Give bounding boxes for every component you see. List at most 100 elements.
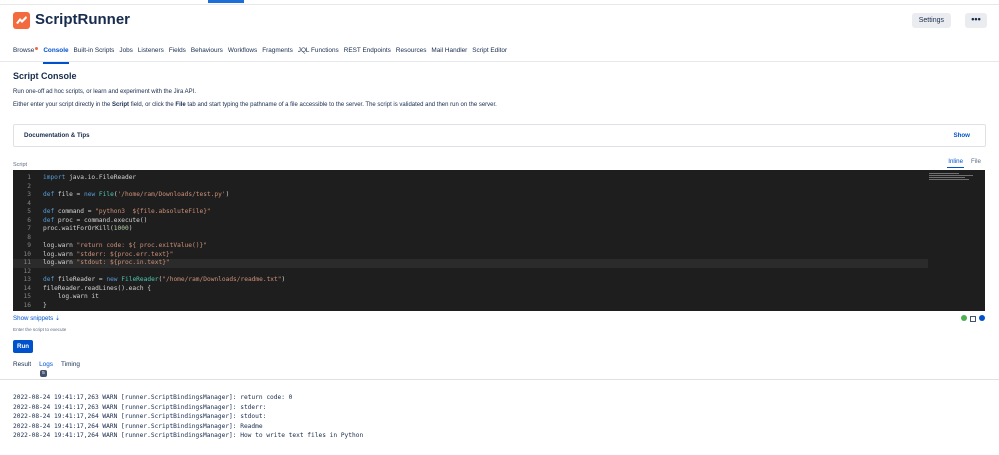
tab-timing[interactable]: Timing <box>61 361 80 368</box>
code-text: log.warn "return code: ${ proc.exitValue… <box>43 242 207 249</box>
nav-console[interactable]: Console <box>43 47 69 64</box>
line-number: 13 <box>23 276 31 283</box>
documentation-title: Documentation & Tips <box>24 132 90 139</box>
tab-logs[interactable]: Logs 5 <box>39 361 53 377</box>
top-bar <box>0 0 999 5</box>
code-line[interactable]: 13 def fileReader = new FileReader("/home… <box>13 276 928 285</box>
tab-logs-label: Logs <box>39 361 53 368</box>
page-instructions: Either enter your script directly in the… <box>13 102 497 108</box>
editor-toolbar <box>961 315 985 322</box>
code-line[interactable]: 5 def command = "python3 ${file.absoluteF… <box>13 208 928 217</box>
line-number: 10 <box>23 250 31 258</box>
tab-file[interactable]: File <box>971 158 981 165</box>
code-line[interactable]: 6 def proc = command.execute() <box>13 217 928 226</box>
line-number: 9 <box>27 242 31 249</box>
nav-divider <box>0 61 999 62</box>
code-line[interactable]: 15 log.warn it <box>13 293 928 302</box>
code-text: def file = new File('/home/ram/Downloads… <box>43 191 230 198</box>
editor-minimap[interactable] <box>929 173 977 185</box>
nav-fields[interactable]: Fields <box>169 47 186 59</box>
code-line[interactable]: 11 log.warn "stdout: ${proc.in.text}" <box>13 259 928 268</box>
instructions-file-keyword: File <box>175 102 186 108</box>
syntax-ok-icon[interactable] <box>961 315 967 321</box>
code-text: import java.io.FileReader <box>43 174 137 181</box>
code-text: fileReader.readLines().each { <box>43 284 152 292</box>
code-line[interactable]: 7 proc.waitForOrKill(1000) <box>13 225 928 234</box>
nav-fragments[interactable]: Fragments <box>262 47 293 59</box>
result-tabs: Result Logs 5 Timing <box>13 361 80 377</box>
code-line[interactable]: 10 log.warn "stderr: ${proc.err.text}" <box>13 251 928 260</box>
tab-inline[interactable]: Inline <box>947 158 964 168</box>
instructions-text: field, or click the <box>129 102 176 108</box>
code-line[interactable]: 12 <box>13 268 928 277</box>
documentation-panel: Documentation & Tips Show <box>13 124 986 147</box>
tab-result[interactable]: Result <box>13 361 31 368</box>
line-number: 5 <box>27 208 31 215</box>
run-button[interactable]: Run <box>13 340 33 353</box>
page-description: Run one-off ad hoc scripts, or learn and… <box>13 89 196 95</box>
code-text: log.warn "stderr: ${proc.err.text}" <box>43 250 174 258</box>
nav-browse[interactable]: Browse <box>13 47 39 59</box>
line-number: 16 <box>23 301 31 309</box>
nav-behaviours[interactable]: Behaviours <box>191 47 223 59</box>
code-text: def proc = command.execute() <box>43 216 148 224</box>
script-editor[interactable]: 1 import java.io.FileReader 2 3 def file = n… <box>13 170 985 311</box>
code-line[interactable]: 8 <box>13 234 928 243</box>
line-number: 7 <box>27 225 31 232</box>
instructions-text: tab and start typing the pathname of a f… <box>185 102 497 108</box>
log-line: 2022-08-24 19:41:17,263 WARN [runner.Scr… <box>13 394 293 401</box>
help-icon[interactable] <box>979 315 985 321</box>
nav-rest-endpoints[interactable]: REST Endpoints <box>344 47 391 59</box>
nav-resources[interactable]: Resources <box>396 47 427 59</box>
code-line[interactable]: 3 def file = new File('/home/ram/Download… <box>13 191 928 200</box>
line-number: 4 <box>27 199 31 207</box>
code-text: def command = "python3 ${file.absoluteFi… <box>43 208 211 215</box>
result-divider <box>0 379 999 380</box>
instructions-text: Either enter your script directly in the <box>13 102 113 108</box>
line-number: 3 <box>27 191 31 198</box>
nav-jql-functions[interactable]: JQL Functions <box>298 47 339 59</box>
main-nav: Browse Console Built-in Scripts Jobs Lis… <box>13 47 507 64</box>
script-source-tabs: Inline File <box>947 158 981 168</box>
app-header: ScriptRunner Settings ••• <box>13 11 987 32</box>
line-number: 15 <box>23 293 31 300</box>
line-number: 6 <box>27 216 31 224</box>
page-title: Script Console <box>13 71 77 81</box>
line-number: 2 <box>27 182 31 190</box>
nav-listeners[interactable]: Listeners <box>138 47 164 59</box>
logs-count-badge: 5 <box>40 370 47 377</box>
log-line: 2022-08-24 19:41:17,264 WARN [runner.Scr… <box>13 432 364 440</box>
code-text: log.warn "stdout: ${proc.in.text}" <box>43 259 170 266</box>
code-line[interactable]: 4 <box>13 200 928 209</box>
line-number: 1 <box>27 174 31 181</box>
log-line: 2022-08-24 19:41:17,264 WARN [runner.Scr… <box>13 413 267 421</box>
scriptrunner-logo-icon <box>13 12 30 29</box>
settings-button[interactable]: Settings <box>911 13 951 28</box>
log-output: 2022-08-24 19:41:17,263 WARN [runner.Scr… <box>13 393 363 441</box>
code-line[interactable]: 14 fileReader.readLines().each { <box>13 285 928 294</box>
notification-dot-icon <box>35 47 39 50</box>
code-text: proc.waitForOrKill(1000) <box>43 225 133 232</box>
nav-browse-label: Browse <box>13 47 35 54</box>
code-line[interactable]: 9 log.warn "return code: ${ proc.exitValu… <box>13 242 928 251</box>
more-options-button[interactable]: ••• <box>965 13 987 28</box>
nav-jobs[interactable]: Jobs <box>119 47 133 59</box>
code-text: } <box>43 301 47 309</box>
code-line[interactable]: 2 <box>13 183 928 192</box>
show-snippets-label: Show snippets <box>13 315 54 322</box>
documentation-show-button[interactable]: Show <box>954 132 971 139</box>
app-title: ScriptRunner <box>35 11 131 28</box>
nav-workflows[interactable]: Workflows <box>228 47 257 59</box>
nav-script-editor[interactable]: Script Editor <box>472 47 507 59</box>
fullscreen-icon[interactable] <box>970 316 976 322</box>
instructions-script-keyword: Script <box>112 102 130 108</box>
script-label: Script <box>13 162 28 168</box>
line-number: 12 <box>23 267 31 275</box>
nav-built-in-scripts[interactable]: Built-in Scripts <box>74 47 115 59</box>
script-hint: Enter the script to execute <box>13 327 67 332</box>
nav-mail-handler[interactable]: Mail Handler <box>431 47 467 59</box>
code-line[interactable]: 1 import java.io.FileReader <box>13 174 928 183</box>
show-snippets-link[interactable]: Show snippets ⇣ <box>13 315 60 322</box>
line-number: 14 <box>23 284 31 292</box>
code-line[interactable]: 16} <box>13 302 928 311</box>
